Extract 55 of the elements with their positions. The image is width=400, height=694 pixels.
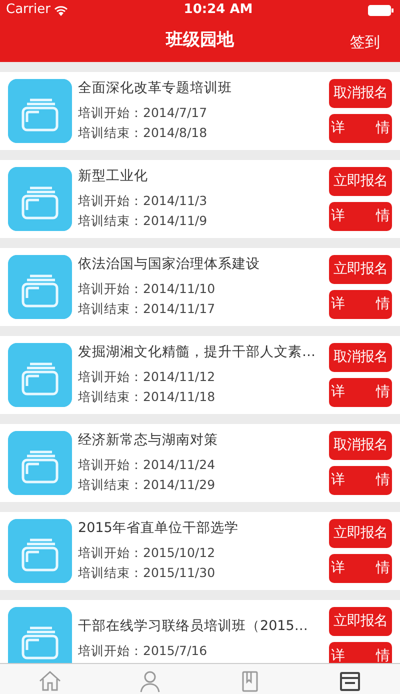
folder-icon: [8, 519, 72, 583]
list-item-card[interactable]: 2015年省直单位干部选学 培训开始：2015/10/12 培训结束：2015/11/30 立即报名 详情: [0, 512, 400, 590]
register-button[interactable]: 立即报名: [329, 167, 392, 196]
register-button[interactable]: 立即报名: [329, 255, 392, 284]
course-title: 全面深化改革专题培训班: [78, 79, 233, 97]
register-button[interactable]: 立即报名: [329, 607, 392, 636]
wifi-icon: [54, 4, 68, 16]
course-title: 新型工业化: [78, 167, 149, 185]
battery-icon: [368, 4, 394, 16]
start-date: 培训开始：2015/10/12: [78, 544, 216, 562]
course-title: 经济新常态与湖南对策: [78, 431, 219, 449]
folder-icon: [8, 607, 72, 663]
list-item-card[interactable]: 干部在线学习联络员培训班（2015… 培训开始：2015/7/16 立即报名 详情: [0, 600, 400, 663]
start-date: 培训开始：2014/11/12: [78, 368, 216, 386]
end-date: 培训结束：2014/11/29: [78, 476, 216, 494]
folder-icon: [8, 431, 72, 495]
register-button[interactable]: 立即报名: [329, 519, 392, 548]
folder-icon: [8, 343, 72, 407]
list-item-card[interactable]: 经济新常态与湖南对策 培训开始：2014/11/24 培训结束：2014/11/29 取消报名 详情: [0, 424, 400, 502]
folder-icon: [8, 167, 72, 231]
start-date: 培训开始：2015/7/16: [78, 642, 208, 660]
start-date: 培训开始：2014/11/3: [78, 192, 208, 210]
details-button[interactable]: 详情: [329, 378, 392, 407]
details-button[interactable]: 详情: [329, 466, 392, 495]
end-date: 培训结束：2015/11/30: [78, 564, 216, 582]
carrier-label: Carrier: [6, 1, 50, 20]
end-date: 培训结束：2014/11/9: [78, 212, 208, 230]
details-button[interactable]: 详情: [329, 114, 392, 143]
end-date: 培训结束：2014/8/18: [78, 124, 208, 142]
list-item-card[interactable]: 新型工业化 培训开始：2014/11/3 培训结束：2014/11/9 立即报名 详情: [0, 160, 400, 238]
start-date: 培训开始：2014/11/24: [78, 456, 216, 474]
register-button[interactable]: 取消报名: [329, 79, 392, 108]
list-item-card[interactable]: 发掘湖湘文化精髓，提升干部人文素… 培训开始：2014/11/12 培训结束：2014/11/18 取消报名 详情: [0, 336, 400, 414]
details-button[interactable]: 详情: [329, 642, 392, 663]
folder-icon: [8, 255, 72, 319]
folder-icon: [8, 79, 72, 143]
end-date: 培训结束：2014/11/17: [78, 300, 216, 318]
sign-in-button[interactable]: 签到: [350, 31, 380, 54]
start-date: 培训开始：2014/11/10: [78, 280, 216, 298]
register-button[interactable]: 取消报名: [329, 343, 392, 372]
register-button[interactable]: 取消报名: [329, 431, 392, 460]
clock-time: 10:24 AM: [184, 1, 253, 20]
page-title: 班级园地: [166, 29, 234, 52]
course-title: 发掘湖湘文化精髓，提升干部人文素…: [78, 343, 316, 361]
start-date: 培训开始：2014/7/17: [78, 104, 208, 122]
course-title: 2015年省直单位干部选学: [78, 519, 240, 537]
course-title: 依法治国与国家治理体系建设: [78, 255, 261, 273]
course-title: 干部在线学习联络员培训班（2015…: [78, 617, 309, 635]
details-button[interactable]: 详情: [329, 554, 392, 583]
end-date: 培训结束：2014/11/18: [78, 388, 216, 406]
list-item-card[interactable]: 依法治国与国家治理体系建设 培训开始：2014/11/10 培训结束：2014/11/17 立即报名 详情: [0, 248, 400, 326]
list-item-card[interactable]: 全面深化改革专题培训班 培训开始：2014/7/17 培训结束：2014/8/18 取消报名 详情: [0, 72, 400, 150]
details-button[interactable]: 详情: [329, 290, 392, 319]
home-icon: [37, 668, 63, 694]
details-button[interactable]: 详情: [329, 202, 392, 231]
